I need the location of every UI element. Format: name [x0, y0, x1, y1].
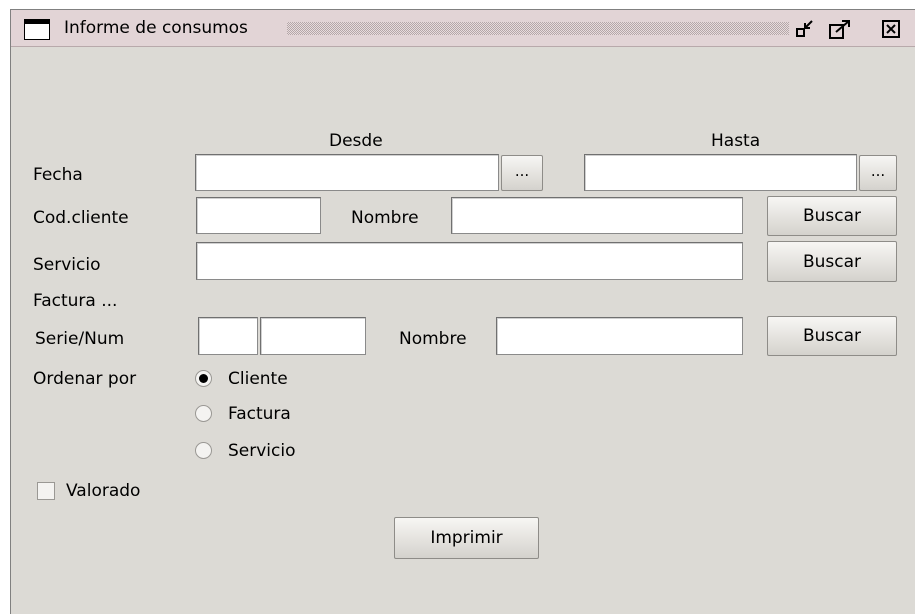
invoice-name-field[interactable]: [496, 317, 743, 355]
service-field[interactable]: [196, 242, 743, 280]
radio-selected-dot: [199, 374, 208, 383]
order-radio-invoice[interactable]: [195, 405, 212, 422]
order-radio-client[interactable]: [195, 370, 212, 387]
order-option-invoice-label[interactable]: Factura: [228, 404, 291, 424]
client-name-field[interactable]: [451, 197, 743, 234]
invoice-number-field[interactable]: [260, 317, 366, 355]
client-name-label: Nombre: [351, 208, 419, 228]
column-from-label: Desde: [329, 131, 383, 151]
order-by-label: Ordenar por: [33, 369, 137, 389]
valued-checkbox[interactable]: [37, 482, 55, 500]
invoice-search-button[interactable]: Buscar: [767, 316, 897, 356]
title-grip: [287, 22, 789, 35]
order-option-service-label[interactable]: Servicio: [228, 441, 296, 461]
invoice-section-label: Factura ...: [33, 291, 118, 311]
client-search-button[interactable]: Buscar: [767, 196, 897, 236]
date-from-picker-button[interactable]: ...: [501, 155, 543, 191]
service-label: Servicio: [33, 255, 101, 275]
close-icon[interactable]: [882, 20, 900, 38]
invoice-series-field[interactable]: [198, 317, 258, 355]
service-search-button[interactable]: Buscar: [767, 241, 897, 282]
series-num-label: Serie/Num: [35, 329, 125, 349]
date-to-field[interactable]: [584, 154, 857, 191]
report-window: Informe de consumos Desde Hasta Fecha ..…: [10, 9, 915, 614]
order-option-client-label[interactable]: Cliente: [228, 369, 288, 389]
date-label: Fecha: [33, 165, 83, 185]
window-icon: [24, 19, 50, 40]
order-radio-service[interactable]: [195, 442, 212, 459]
invoice-name-label: Nombre: [399, 329, 467, 349]
date-to-picker-button[interactable]: ...: [859, 155, 897, 191]
valued-label[interactable]: Valorado: [66, 481, 140, 501]
title-bar[interactable]: Informe de consumos: [11, 10, 915, 47]
date-from-field[interactable]: [195, 154, 499, 191]
minimize-icon[interactable]: [796, 20, 818, 38]
client-code-field[interactable]: [196, 197, 321, 234]
print-button[interactable]: Imprimir: [394, 517, 539, 559]
client-code-label: Cod.cliente: [33, 208, 129, 228]
column-to-label: Hasta: [711, 131, 761, 151]
window-title: Informe de consumos: [64, 18, 248, 38]
maximize-icon[interactable]: [829, 20, 853, 40]
